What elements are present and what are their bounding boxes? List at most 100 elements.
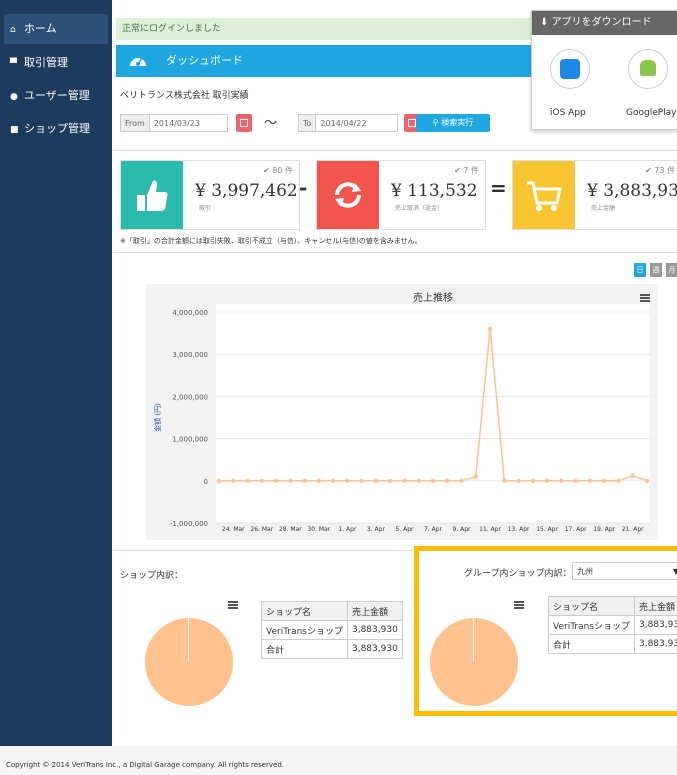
from-date-field[interactable]: From 2014/03/23	[120, 114, 228, 132]
period-month-button[interactable]: 月	[666, 263, 677, 277]
table-row: 合計3,883,930	[548, 634, 677, 654]
ios-app-button[interactable]	[550, 49, 590, 89]
plot-area	[216, 304, 650, 523]
sidebar-item-shops[interactable]: ■ ショップ管理	[4, 114, 108, 144]
x-tick-label: 3. Apr	[367, 526, 386, 533]
pie-slice-edge	[473, 618, 474, 662]
shop-amount-header: 売上金額	[633, 596, 677, 616]
x-tick-label: 9. Apr	[453, 526, 472, 533]
data-point	[573, 478, 578, 483]
from-calendar-icon[interactable]	[236, 114, 252, 132]
y-tick-label: 1,000,000	[172, 436, 208, 444]
shop-name-header: ショップ名	[548, 596, 635, 616]
x-tick-label: 21. Apr	[622, 526, 644, 533]
minus-operator: -	[299, 176, 308, 200]
net-count: ✔ 73 件	[645, 166, 675, 175]
dashboard-title: ダッシュボード	[166, 54, 243, 67]
data-point	[544, 478, 550, 483]
x-tick-label: 5. Apr	[395, 526, 414, 533]
data-point	[602, 478, 607, 483]
y-tick-label: 0	[204, 478, 208, 486]
sales-sublabel: 取引	[199, 205, 212, 212]
shop-amount-header: 売上金額	[346, 601, 403, 621]
cell-amount: 3,883,930	[633, 615, 677, 635]
group-pie-menu-icon[interactable]	[514, 601, 524, 609]
shop-breakdown-label: ショップ内訳：	[120, 571, 184, 581]
region-select[interactable]: 九州 ▼	[572, 562, 677, 580]
to-value: 2014/04/22	[320, 119, 367, 128]
thumbs-up-icon	[121, 161, 183, 229]
refresh-icon	[317, 161, 379, 229]
ios-app-label: iOS App	[550, 108, 586, 118]
group-breakdown-label: グループ内ショップ内訳：	[464, 569, 572, 579]
net-amount: ¥ 3,883,930	[587, 181, 677, 201]
data-point	[388, 478, 393, 483]
sidebar-item-transactions[interactable]: ▀ 取引管理	[4, 48, 108, 78]
x-tick-label: 11. Apr	[479, 526, 501, 533]
data-point	[373, 478, 379, 483]
stat-card-sales: ✔ 80 件 ¥ 3,997,462 取引	[120, 160, 300, 230]
x-tick-label: 15. Apr	[536, 526, 558, 533]
data-point	[616, 478, 621, 483]
stat-card-net: ✔ 73 件 ¥ 3,883,930 売上金額	[512, 160, 677, 230]
data-point	[231, 478, 236, 483]
cell-shop-name: 合計	[261, 639, 348, 659]
cell-shop-name: VeriTransショップ	[261, 620, 348, 640]
shop-name-header: ショップ名	[261, 601, 348, 621]
data-point	[459, 478, 464, 483]
to-date-field[interactable]: To 2014/04/22	[298, 114, 398, 132]
cell-shop-name: VeriTransショップ	[548, 615, 635, 635]
appstore-icon	[560, 59, 580, 79]
sidebar-item-label: 取引管理	[24, 56, 68, 69]
period-week-button[interactable]: 週	[650, 263, 662, 277]
group-shop-table: ショップ名売上金額 VeriTransショップ3,883,930 合計3,883…	[548, 596, 677, 654]
cell-amount: 3,883,930	[346, 639, 403, 659]
x-tick-label: 26. Mar	[250, 526, 273, 533]
y-tick-label: 3,000,000	[172, 351, 208, 359]
gauge-icon	[130, 57, 146, 66]
sidebar: ⌂ ホーム ▀ 取引管理 ● ユーザー管理 ■ ショップ管理	[0, 0, 112, 746]
data-point	[587, 478, 593, 483]
table-row: 合計3,883,930	[261, 639, 403, 659]
data-point	[473, 474, 478, 479]
main-content: 正常にログインしました ダッシュボード ⬇ アプリをダウンロード iOS App…	[112, 0, 677, 746]
data-point	[502, 478, 507, 483]
sidebar-item-home[interactable]: ⌂ ホーム	[4, 14, 108, 44]
sales-amount: ¥ 3,997,462	[195, 181, 298, 201]
data-point	[216, 478, 222, 483]
data-point	[345, 478, 350, 483]
user-icon: ●	[10, 92, 18, 102]
sidebar-item-users[interactable]: ● ユーザー管理	[4, 81, 108, 111]
data-point	[288, 478, 293, 483]
briefcase-icon: ■	[10, 125, 19, 135]
data-point	[273, 478, 279, 483]
data-point	[630, 473, 635, 478]
period-day-button[interactable]: 日	[634, 263, 646, 277]
y-tick-label: -1,000,000	[170, 520, 208, 528]
search-button[interactable]: ⚲ 検索実行	[416, 114, 490, 132]
company-title: ベリトランス株式会社 取引実績	[120, 91, 249, 101]
divider	[112, 550, 677, 551]
group-pie-chart	[430, 618, 518, 706]
region-select-value: 九州	[577, 567, 593, 576]
sidebar-item-label: ホーム	[24, 22, 57, 35]
data-point	[259, 478, 264, 483]
sales-trend-chart: 4,000,000 3,000,000 2,000,000 1,000,000 0 -1,…	[146, 284, 658, 540]
data-point	[245, 478, 250, 483]
refund-sublabel: 売上取消（返金）	[395, 205, 444, 212]
x-tick-label: 13. Apr	[508, 526, 530, 533]
googleplay-label: GooglePlay	[626, 108, 677, 118]
googleplay-button[interactable]	[628, 49, 668, 89]
shop-pie-menu-icon[interactable]	[228, 601, 238, 609]
pie-slice-edge	[188, 618, 189, 662]
data-point	[487, 326, 493, 332]
divider	[112, 252, 677, 253]
shop-pie-chart	[145, 618, 233, 706]
x-tick-label: 30. Mar	[307, 526, 330, 533]
from-value: 2014/03/23	[153, 119, 200, 128]
sidebar-item-label: ショップ管理	[24, 122, 90, 135]
app-download-popup: ⬇ アプリをダウンロード iOS App GooglePlay	[531, 10, 677, 130]
data-point	[302, 478, 307, 483]
chart-menu-icon[interactable]	[640, 294, 650, 302]
divider	[112, 150, 677, 151]
